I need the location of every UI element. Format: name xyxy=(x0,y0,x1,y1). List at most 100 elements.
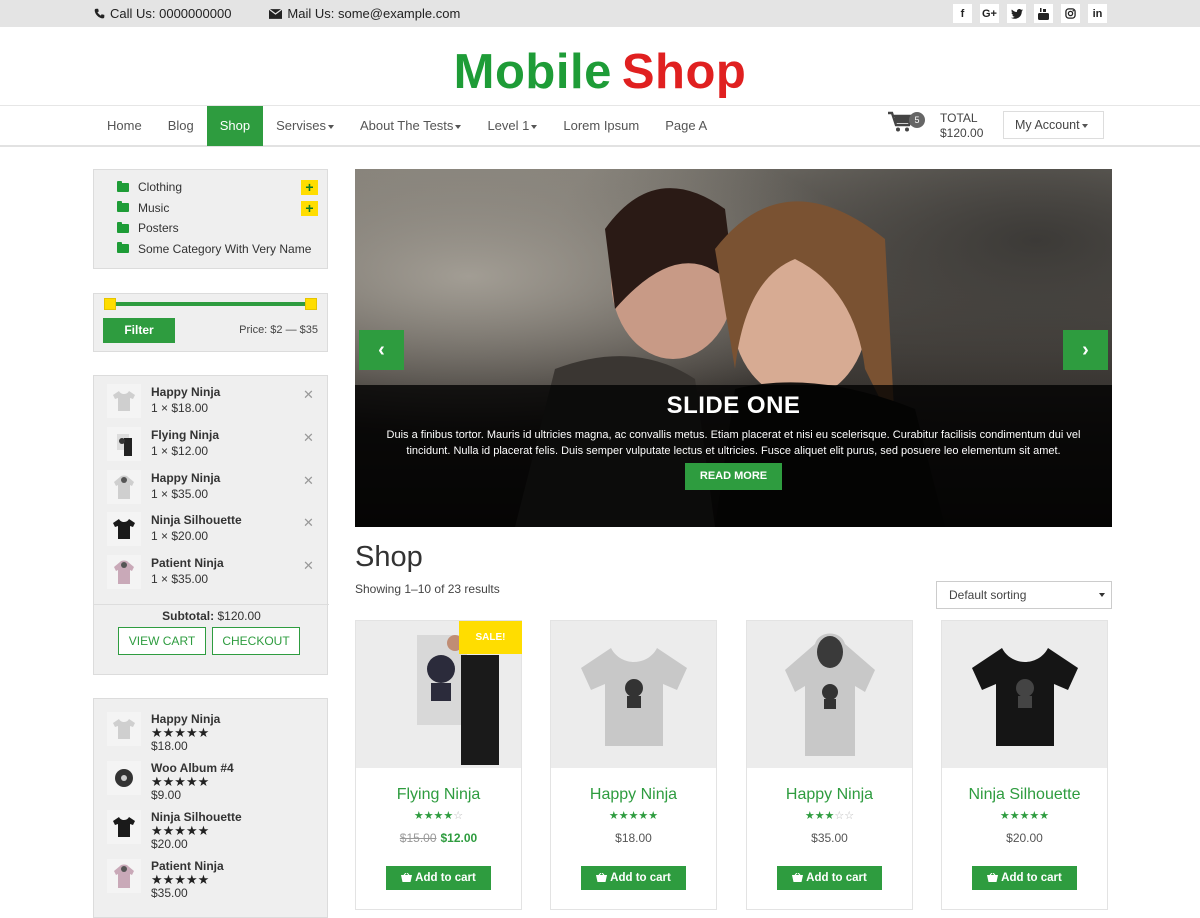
product-image[interactable] xyxy=(942,621,1107,768)
category-item[interactable]: Clothing + xyxy=(94,177,327,198)
top-rated-name[interactable]: Patient Ninja xyxy=(151,859,224,873)
logo-mobile: Mobile xyxy=(453,45,612,99)
my-account-dropdown[interactable]: My Account xyxy=(1003,111,1104,139)
logo-shop: Shop xyxy=(621,45,747,99)
contact-info: Call Us: 0000000000 Mail Us: some@exampl… xyxy=(94,6,460,21)
price-slider-min-handle[interactable] xyxy=(104,298,116,310)
top-rated-name[interactable]: Woo Album #4 xyxy=(151,761,234,775)
top-rated-item: Woo Album #4 ★★★★★ $9.00 xyxy=(107,761,317,806)
twitter-icon[interactable] xyxy=(1007,4,1026,23)
mail-contact: Mail Us: some@example.com xyxy=(269,6,460,21)
remove-icon[interactable]: ✕ xyxy=(303,387,314,403)
phone-icon xyxy=(94,8,105,19)
mini-cart-item-qty: 1 × $35.00 xyxy=(151,572,209,586)
add-to-cart-button[interactable]: Add to cart xyxy=(386,866,491,890)
checkout-button[interactable]: CHECKOUT xyxy=(212,627,300,655)
product-name[interactable]: Happy Ninja xyxy=(747,786,912,804)
slider-next-arrow-icon[interactable]: › xyxy=(1063,330,1108,370)
add-to-cart-button[interactable]: Add to cart xyxy=(777,866,882,890)
product-image[interactable] xyxy=(551,621,716,768)
header-cart[interactable]: 5 TOTAL $120.00 xyxy=(888,111,983,141)
nav-shop[interactable]: Shop xyxy=(206,106,264,146)
add-to-cart-label: Add to cart xyxy=(1001,872,1062,884)
sorting-value: Default sorting xyxy=(949,588,1027,602)
stars-empty: ☆☆ xyxy=(834,810,855,822)
stars-filled: ★★★★ xyxy=(413,810,454,822)
expand-plus-icon[interactable]: + xyxy=(301,200,318,216)
social-links: f G+ in xyxy=(953,4,1107,23)
site-logo[interactable]: Mobile Shop xyxy=(0,27,1200,105)
remove-icon[interactable]: ✕ xyxy=(303,515,314,531)
product-name[interactable]: Happy Ninja xyxy=(551,786,716,804)
sale-badge: SALE! xyxy=(459,621,522,654)
mini-cart-item: Happy Ninja 1 × $18.00 ✕ xyxy=(107,384,317,420)
tshirt-thumbnail[interactable] xyxy=(107,384,141,418)
mini-cart-item-name[interactable]: Happy Ninja xyxy=(151,471,220,485)
regular-price: $20.00 xyxy=(1006,831,1043,845)
phone-text: Call Us: 0000000000 xyxy=(110,6,232,21)
nav-servises[interactable]: Servises xyxy=(263,106,347,146)
category-item[interactable]: Posters xyxy=(94,218,327,239)
mini-cart-item-name[interactable]: Happy Ninja xyxy=(151,385,220,399)
slider-prev-arrow-icon[interactable]: ‹ xyxy=(359,330,404,370)
album-thumbnail[interactable] xyxy=(107,761,141,795)
category-item[interactable]: Some Category With Very Name xyxy=(94,239,327,260)
mini-cart-item: Happy Ninja 1 × $35.00 ✕ xyxy=(107,470,317,506)
price-slider-max-handle[interactable] xyxy=(305,298,317,310)
hoodie-thumbnail[interactable] xyxy=(107,859,141,893)
nav-level1[interactable]: Level 1 xyxy=(474,106,550,146)
add-to-cart-button[interactable]: Add to cart xyxy=(581,866,686,890)
remove-icon[interactable]: ✕ xyxy=(303,473,314,489)
folder-icon xyxy=(117,201,129,213)
mini-cart-item-qty: 1 × $20.00 xyxy=(151,529,209,543)
add-to-cart-button[interactable]: Add to cart xyxy=(972,866,1077,890)
mini-cart-item-name[interactable]: Patient Ninja xyxy=(151,556,224,570)
youtube-icon[interactable] xyxy=(1034,4,1053,23)
expand-plus-icon[interactable]: + xyxy=(301,180,318,195)
filter-button[interactable]: Filter xyxy=(103,318,175,343)
stars-filled: ★★★ xyxy=(804,810,835,822)
mini-cart-item-qty: 1 × $18.00 xyxy=(151,401,209,415)
category-item[interactable]: Music + xyxy=(94,198,327,219)
nav-page-a[interactable]: Page A xyxy=(652,106,720,146)
nav-home[interactable]: Home xyxy=(94,106,155,146)
top-rated-name[interactable]: Happy Ninja xyxy=(151,712,220,726)
poster-thumbnail[interactable] xyxy=(107,427,141,461)
view-cart-button[interactable]: VIEW CART xyxy=(118,627,206,655)
product-image[interactable] xyxy=(747,621,912,768)
nav-lorem[interactable]: Lorem Ipsum xyxy=(550,106,652,146)
mini-cart-item: Flying Ninja 1 × $12.00 ✕ xyxy=(107,427,317,463)
mini-cart-item-name[interactable]: Ninja Silhouette xyxy=(151,513,242,527)
remove-icon[interactable]: ✕ xyxy=(303,430,314,446)
facebook-icon[interactable]: f xyxy=(953,4,972,23)
top-rated-price: $18.00 xyxy=(151,739,188,753)
cart-icon[interactable]: 5 xyxy=(888,111,925,139)
instagram-icon[interactable] xyxy=(1061,4,1080,23)
tshirt-thumbnail[interactable] xyxy=(107,512,141,546)
nav-about[interactable]: About The Tests xyxy=(347,106,474,146)
remove-icon[interactable]: ✕ xyxy=(303,558,314,574)
stars-empty: ☆ xyxy=(453,810,464,822)
nav-blog[interactable]: Blog xyxy=(155,106,207,146)
my-account-label: My Account xyxy=(1015,118,1080,132)
sorting-select[interactable]: Default sorting xyxy=(936,581,1112,609)
tshirt-thumbnail[interactable] xyxy=(107,712,141,746)
product-name[interactable]: Flying Ninja xyxy=(356,786,521,804)
top-rated-name[interactable]: Ninja Silhouette xyxy=(151,810,242,824)
product-name[interactable]: Ninja Silhouette xyxy=(942,786,1107,804)
read-more-button[interactable]: READ MORE xyxy=(685,463,782,490)
chevron-down-icon xyxy=(531,124,538,129)
cart-total: TOTAL $120.00 xyxy=(940,111,983,141)
category-label: Clothing xyxy=(138,180,183,195)
add-to-cart-label: Add to cart xyxy=(415,872,476,884)
hoodie-thumbnail[interactable] xyxy=(107,555,141,589)
google-plus-icon[interactable]: G+ xyxy=(980,4,999,23)
star-rating: ★★★☆☆ xyxy=(747,809,912,822)
linkedin-icon[interactable]: in xyxy=(1088,4,1107,23)
mini-cart-item-name[interactable]: Flying Ninja xyxy=(151,428,219,442)
price-slider-track[interactable] xyxy=(109,302,313,306)
hoodie-thumbnail[interactable] xyxy=(107,470,141,504)
product-price: $35.00 xyxy=(747,831,912,845)
tshirt-thumbnail[interactable] xyxy=(107,810,141,844)
main-nav: Home Blog Shop Servises About The Tests … xyxy=(0,105,1200,147)
